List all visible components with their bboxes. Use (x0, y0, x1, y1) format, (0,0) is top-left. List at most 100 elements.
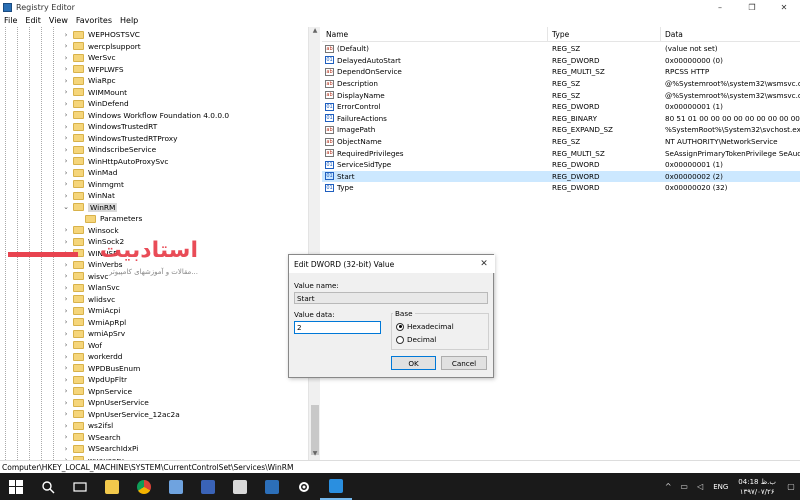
value-row[interactable]: 01 DelayedAutoStart REG_DWORD 0x00000000 (0… (322, 55, 800, 67)
tree-item[interactable]: › WindowsTrustedRTProxy (62, 133, 178, 145)
taskbar-documents-button[interactable] (160, 473, 192, 500)
tree-item[interactable]: › WerSvc (62, 52, 116, 64)
close-button[interactable]: ✕ (768, 0, 800, 14)
taskbar-app-8-button[interactable] (224, 473, 256, 500)
value-row[interactable]: 01 ServiceSidType REG_DWORD 0x00000001 (1) (322, 159, 800, 171)
hexadecimal-radio[interactable] (396, 322, 404, 331)
expand-icon[interactable]: › (62, 54, 70, 62)
tree-item[interactable]: › wmiApSrv (62, 328, 126, 340)
expand-icon[interactable]: › (62, 376, 70, 384)
expand-icon[interactable]: › (62, 157, 70, 165)
network-icon[interactable]: ▭ (677, 482, 691, 491)
taskbar-chrome-button[interactable] (128, 473, 160, 500)
menu-help[interactable]: Help (120, 16, 138, 25)
tree-item[interactable]: › WpnService (62, 386, 132, 398)
volume-icon[interactable]: ◁ (693, 482, 707, 491)
value-row[interactable]: ab RequiredPrivileges REG_MULTI_SZ SeAssign… (322, 147, 800, 159)
tree-item[interactable]: › WmiApRpl (62, 317, 127, 329)
chevron-up-icon[interactable]: ^ (661, 482, 675, 491)
decimal-option[interactable]: Decimal (396, 335, 436, 344)
column-header-data[interactable]: Data (661, 27, 800, 41)
value-row[interactable]: 01 Type REG_DWORD 0x00000020 (32) (322, 182, 800, 194)
tree-scrollbar[interactable]: ▲ ▼ (308, 27, 320, 460)
values-pane[interactable]: Name Type Data ab (Default) REG_SZ (value n… (322, 27, 800, 460)
value-data-input[interactable] (294, 321, 381, 334)
expand-icon[interactable]: › (62, 111, 70, 119)
tree-item[interactable]: › WinHttpAutoProxySvc (62, 156, 169, 168)
taskbar-regedit-button[interactable] (320, 473, 352, 500)
tree-item[interactable]: › wlidsvc (62, 294, 116, 306)
expand-icon[interactable]: › (62, 146, 70, 154)
language-indicator[interactable]: ENG (713, 483, 728, 491)
tree-item[interactable]: › workerdd (62, 351, 123, 363)
tree-item[interactable]: › WIMMount (62, 87, 127, 99)
expand-icon[interactable]: › (62, 65, 70, 73)
tree-item[interactable]: › WSearchIdxPi (62, 443, 139, 455)
expand-icon[interactable]: › (62, 100, 70, 108)
tree-item[interactable]: › WpnUserService (62, 397, 149, 409)
tree-item[interactable]: › WSearch (62, 432, 121, 444)
tree-item[interactable]: › WindscribeService (62, 144, 157, 156)
hexadecimal-option[interactable]: Hexadecimal (396, 322, 454, 331)
collapse-icon[interactable]: ⌄ (62, 203, 70, 211)
dialog-title-bar[interactable]: Edit DWORD (32-bit) Value ✕ (289, 255, 495, 273)
expand-icon[interactable]: › (62, 422, 70, 430)
tree-item[interactable]: › WEPHOSTSVC (62, 29, 140, 41)
dialog-close-icon[interactable]: ✕ (477, 257, 491, 271)
value-row[interactable]: ab DisplayName REG_SZ @%Systemroot%\system3… (322, 89, 800, 101)
clock[interactable]: 04:18 ب.ظ ۱۳۹۷/۰۷/۲۶ (738, 477, 776, 497)
tree-item[interactable]: › ws2ifsl (62, 420, 114, 432)
tree-item[interactable]: › WinNat (62, 190, 115, 202)
value-row[interactable]: 01 Start REG_DWORD 0x00000002 (2) (322, 170, 800, 183)
value-row[interactable]: 01 ErrorControl REG_DWORD 0x00000001 (1) (322, 101, 800, 113)
value-row[interactable]: 01 FailureActions REG_BINARY 80 51 01 00 00… (322, 113, 800, 125)
value-row[interactable]: ab (Default) REG_SZ (value not set) (322, 43, 800, 55)
expand-icon[interactable]: › (62, 387, 70, 395)
cancel-button[interactable]: Cancel (441, 356, 487, 370)
expand-icon[interactable]: › (62, 318, 70, 326)
expand-icon[interactable]: › (62, 88, 70, 96)
expand-icon[interactable]: › (62, 226, 70, 234)
value-row[interactable]: ab Description REG_SZ @%Systemroot%\system3… (322, 78, 800, 90)
taskbar-file-explorer-button[interactable] (96, 473, 128, 500)
taskbar-start-button[interactable] (0, 473, 32, 500)
menu-file[interactable]: File (4, 16, 17, 25)
decimal-radio[interactable] (396, 335, 404, 344)
tree-item[interactable]: ⌄ WinRM (62, 202, 118, 214)
expand-icon[interactable]: › (62, 169, 70, 177)
expand-icon[interactable]: › (62, 295, 70, 303)
tree-item[interactable]: › Wof (62, 340, 102, 352)
tree-item[interactable]: › WpdUpFltr (62, 374, 127, 386)
tree-item[interactable]: › Windows Workflow Foundation 4.0.0.0 (62, 110, 230, 122)
menu-edit[interactable]: Edit (25, 16, 41, 25)
maximize-button[interactable]: ❐ (736, 0, 768, 14)
expand-icon[interactable]: › (62, 433, 70, 441)
value-row[interactable]: ab ObjectName REG_SZ NT AUTHORITY\NetworkSe… (322, 136, 800, 148)
tree-item[interactable]: › WinDefend (62, 98, 129, 110)
tree-item[interactable]: › wercplsupport (62, 41, 141, 53)
expand-icon[interactable]: › (62, 134, 70, 142)
expand-icon[interactable]: › (62, 123, 70, 131)
column-header-name[interactable]: Name (322, 27, 548, 41)
expand-icon[interactable]: › (62, 31, 70, 39)
menu-view[interactable]: View (49, 16, 68, 25)
tree-item[interactable]: › Winmgmt (62, 179, 124, 191)
menu-favorites[interactable]: Favorites (76, 16, 112, 25)
tree-item[interactable]: › WindowsTrustedRT (62, 121, 158, 133)
taskbar-visual-studio-button[interactable] (192, 473, 224, 500)
scroll-down-icon[interactable]: ▼ (309, 450, 321, 460)
expand-icon[interactable]: › (62, 341, 70, 349)
expand-icon[interactable]: › (62, 410, 70, 418)
scroll-up-icon[interactable]: ▲ (309, 27, 321, 37)
column-header-type[interactable]: Type (548, 27, 661, 41)
tree-item[interactable]: › WpnUserService_12ac2a (62, 409, 180, 421)
taskbar-photoshop-button[interactable] (256, 473, 288, 500)
expand-icon[interactable]: › (62, 364, 70, 372)
scrollbar-thumb[interactable] (311, 405, 319, 455)
expand-icon[interactable]: › (62, 399, 70, 407)
expand-icon[interactable]: › (62, 307, 70, 315)
expand-icon[interactable]: › (62, 353, 70, 361)
tree-item[interactable]: › WFPLWFS (62, 64, 124, 76)
taskbar-task-view-button[interactable] (64, 473, 96, 500)
tree-item[interactable]: › WinMad (62, 167, 118, 179)
